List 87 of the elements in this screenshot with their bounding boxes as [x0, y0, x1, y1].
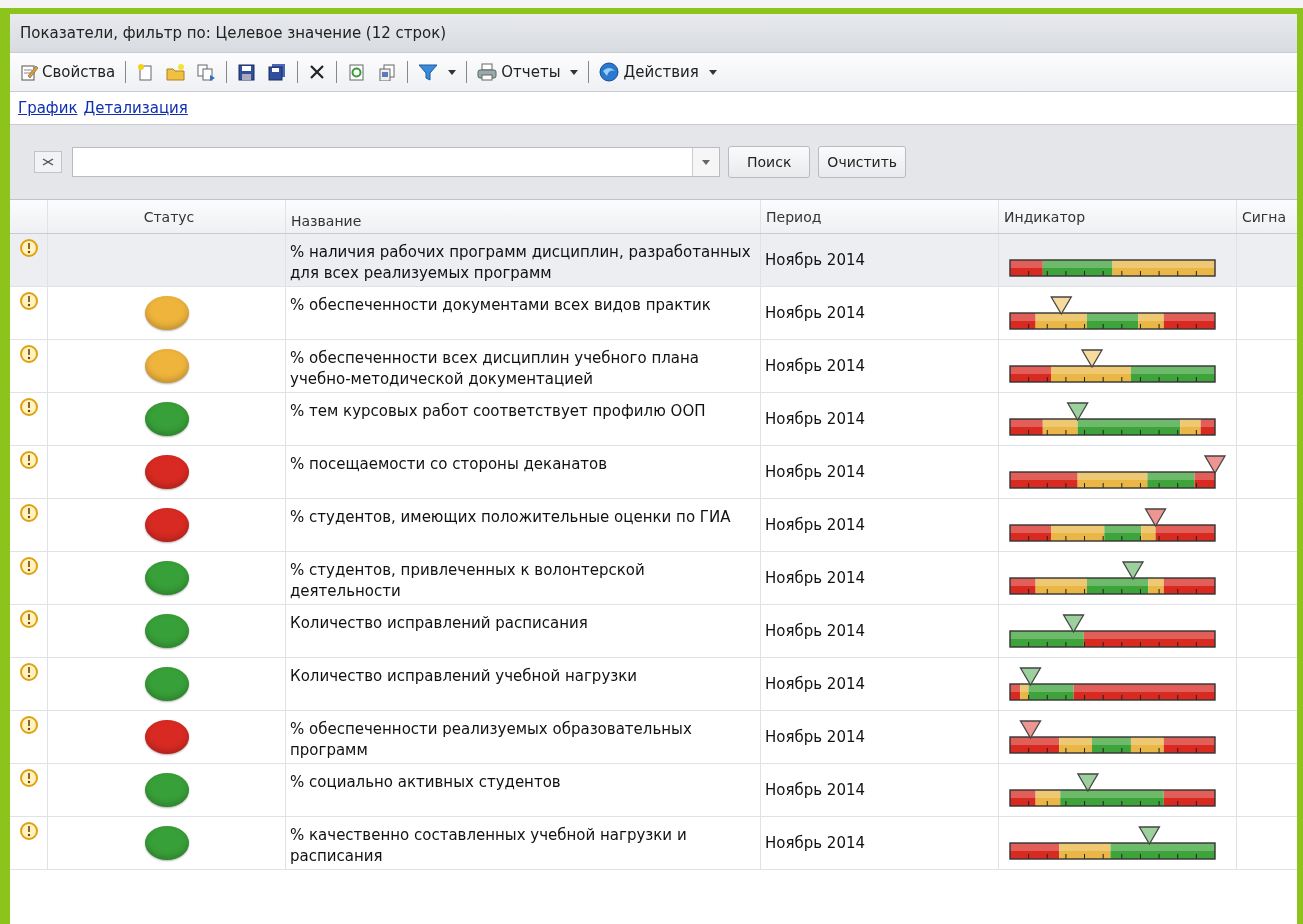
gauge-icon	[19, 398, 38, 416]
link[interactable]: График	[18, 99, 78, 117]
save-all-icon	[267, 63, 288, 81]
gauge-marker	[1121, 561, 1145, 581]
table-cell-text: % обеспеченности документами всех видов практик	[290, 295, 711, 316]
table-row[interactable]: % обеспеченности всех дисциплин учебного плана учебно-методической документацией Ноябрь 2014	[10, 340, 1297, 393]
table-cell: Ноябрь 2014	[765, 516, 866, 534]
gauge-icon	[19, 504, 38, 522]
gauge-marker	[1062, 614, 1085, 634]
table-cell: Ноябрь 2014	[765, 251, 866, 269]
table-cell: Ноябрь 2014	[765, 463, 866, 481]
table-cell: Ноябрь 2014	[765, 781, 866, 799]
gauge-icon	[19, 716, 38, 734]
search-field[interactable]	[72, 147, 720, 177]
table-cell: Ноябрь 2014	[765, 304, 866, 322]
table-cell: Ноябрь 2014	[765, 622, 866, 640]
caret-icon	[702, 159, 710, 165]
clear-filter-button[interactable]	[34, 151, 62, 173]
gauge-marker	[1019, 720, 1042, 740]
table-row[interactable]: Количество исправлений расписания Ноябрь 2014	[10, 605, 1297, 658]
globe-icon	[599, 62, 620, 82]
table-cell-text: % студентов, имеющих положительные оценки по ГИА	[290, 507, 731, 528]
gauge-icon	[19, 345, 38, 363]
table-row[interactable]: % обеспеченности реализуемых образовательных программ Ноябрь 2014	[10, 711, 1297, 764]
gauge-marker	[1080, 349, 1104, 369]
new-folder-icon	[166, 63, 187, 81]
table-cell-text: % студентов, привлеченных к волонтерской деятельности	[290, 560, 646, 602]
table-row[interactable]: % тем курсовых работ соответствует профилю ООП Ноябрь 2014	[10, 393, 1297, 446]
clear-button[interactable]: Очистить	[818, 146, 907, 178]
column-header[interactable]: Индикатор	[1004, 208, 1086, 225]
reports-button[interactable]: Отчеты	[473, 61, 583, 83]
table-row[interactable]: % студентов, привлеченных к волонтерской деятельности Ноябрь 2014	[10, 552, 1297, 605]
close-icon	[41, 157, 55, 167]
gauge-marker	[1144, 508, 1167, 528]
duplicate-icon	[377, 63, 398, 81]
table-cell: Ноябрь 2014	[765, 410, 866, 428]
gauge-icon	[19, 451, 38, 469]
close-icon	[308, 63, 327, 81]
window-title: Показатели, фильтр по: Целевое значение (12 строк)	[10, 14, 1297, 53]
table-cell: Ноябрь 2014	[765, 675, 866, 693]
table-cell-text: % качественно составленных учебной нагрузки и расписания	[290, 825, 688, 867]
gauge-icon	[19, 292, 38, 310]
actions-button[interactable]: Действия	[595, 60, 721, 84]
gauge-icon	[19, 239, 38, 257]
gauge-icon	[19, 610, 38, 628]
gauge-icon	[19, 822, 38, 840]
gauge-marker	[1066, 402, 1089, 422]
table-row[interactable]: % студентов, имеющих положительные оценки по ГИА Ноябрь 2014	[10, 499, 1297, 552]
table-cell-text: Количество исправлений расписания	[290, 613, 588, 634]
table-row[interactable]: % наличия рабочих программ дисциплин, разработанных для всех реализуемых программ Ноябрь 2014	[10, 234, 1297, 287]
filter-icon	[418, 63, 439, 81]
column-header[interactable]: Статус	[143, 208, 195, 225]
copy-icon	[196, 63, 217, 81]
gauge-icon	[19, 557, 38, 575]
search-button[interactable]: Поиск	[728, 146, 811, 178]
gauge-icon	[19, 769, 38, 787]
link[interactable]: Детализация	[83, 99, 188, 117]
table-row[interactable]: % социально активных студентов Ноябрь 2014	[10, 764, 1297, 817]
table-row[interactable]: % качественно составленных учебной нагрузки и расписания Ноябрь 2014	[10, 817, 1297, 870]
gauge-marker	[1203, 455, 1227, 475]
printer-icon	[477, 63, 498, 81]
table-cell-text: % социально активных студентов	[290, 772, 561, 793]
table-row[interactable]: Количество исправлений учебной нагрузки Ноябрь 2014	[10, 658, 1297, 711]
caret-icon	[448, 69, 457, 75]
gauge-marker	[1138, 826, 1161, 846]
table-cell-text: Количество исправлений учебной нагрузки	[290, 666, 638, 687]
table-cell-text: % наличия рабочих программ дисциплин, разработанных для всех реализуемых программ	[290, 242, 752, 284]
table-cell: Ноябрь 2014	[765, 569, 866, 587]
save-icon	[237, 63, 258, 81]
table-row[interactable]: % посещаемости со стороны деканатов Ноябрь 2014	[10, 446, 1297, 499]
column-header[interactable]: Название	[291, 212, 362, 229]
gauge-marker	[1019, 667, 1042, 687]
table-cell-text: % обеспеченности всех дисциплин учебного плана учебно-методической документацией	[290, 348, 700, 390]
table-cell-text: % тем курсовых работ соответствует профилю ООП	[290, 401, 706, 422]
table-cell: Ноябрь 2014	[765, 728, 866, 746]
table-row[interactable]: % обеспеченности документами всех видов практик Ноябрь 2014	[10, 287, 1297, 340]
gauge-marker	[1050, 296, 1073, 316]
gauge-marker	[1076, 773, 1100, 793]
column-header[interactable]: Период	[766, 208, 822, 225]
table-cell: Ноябрь 2014	[765, 357, 866, 375]
column-header[interactable]: Сигна	[1242, 208, 1286, 225]
edit-document-icon	[20, 63, 38, 81]
table-cell-text: % посещаемости со стороны деканатов	[290, 454, 608, 475]
gauge-icon	[19, 663, 38, 681]
properties-button[interactable]: Свойства	[16, 61, 120, 83]
table-cell-text: % обеспеченности реализуемых образовательных программ	[290, 719, 693, 761]
table-cell: Ноябрь 2014	[765, 834, 866, 852]
